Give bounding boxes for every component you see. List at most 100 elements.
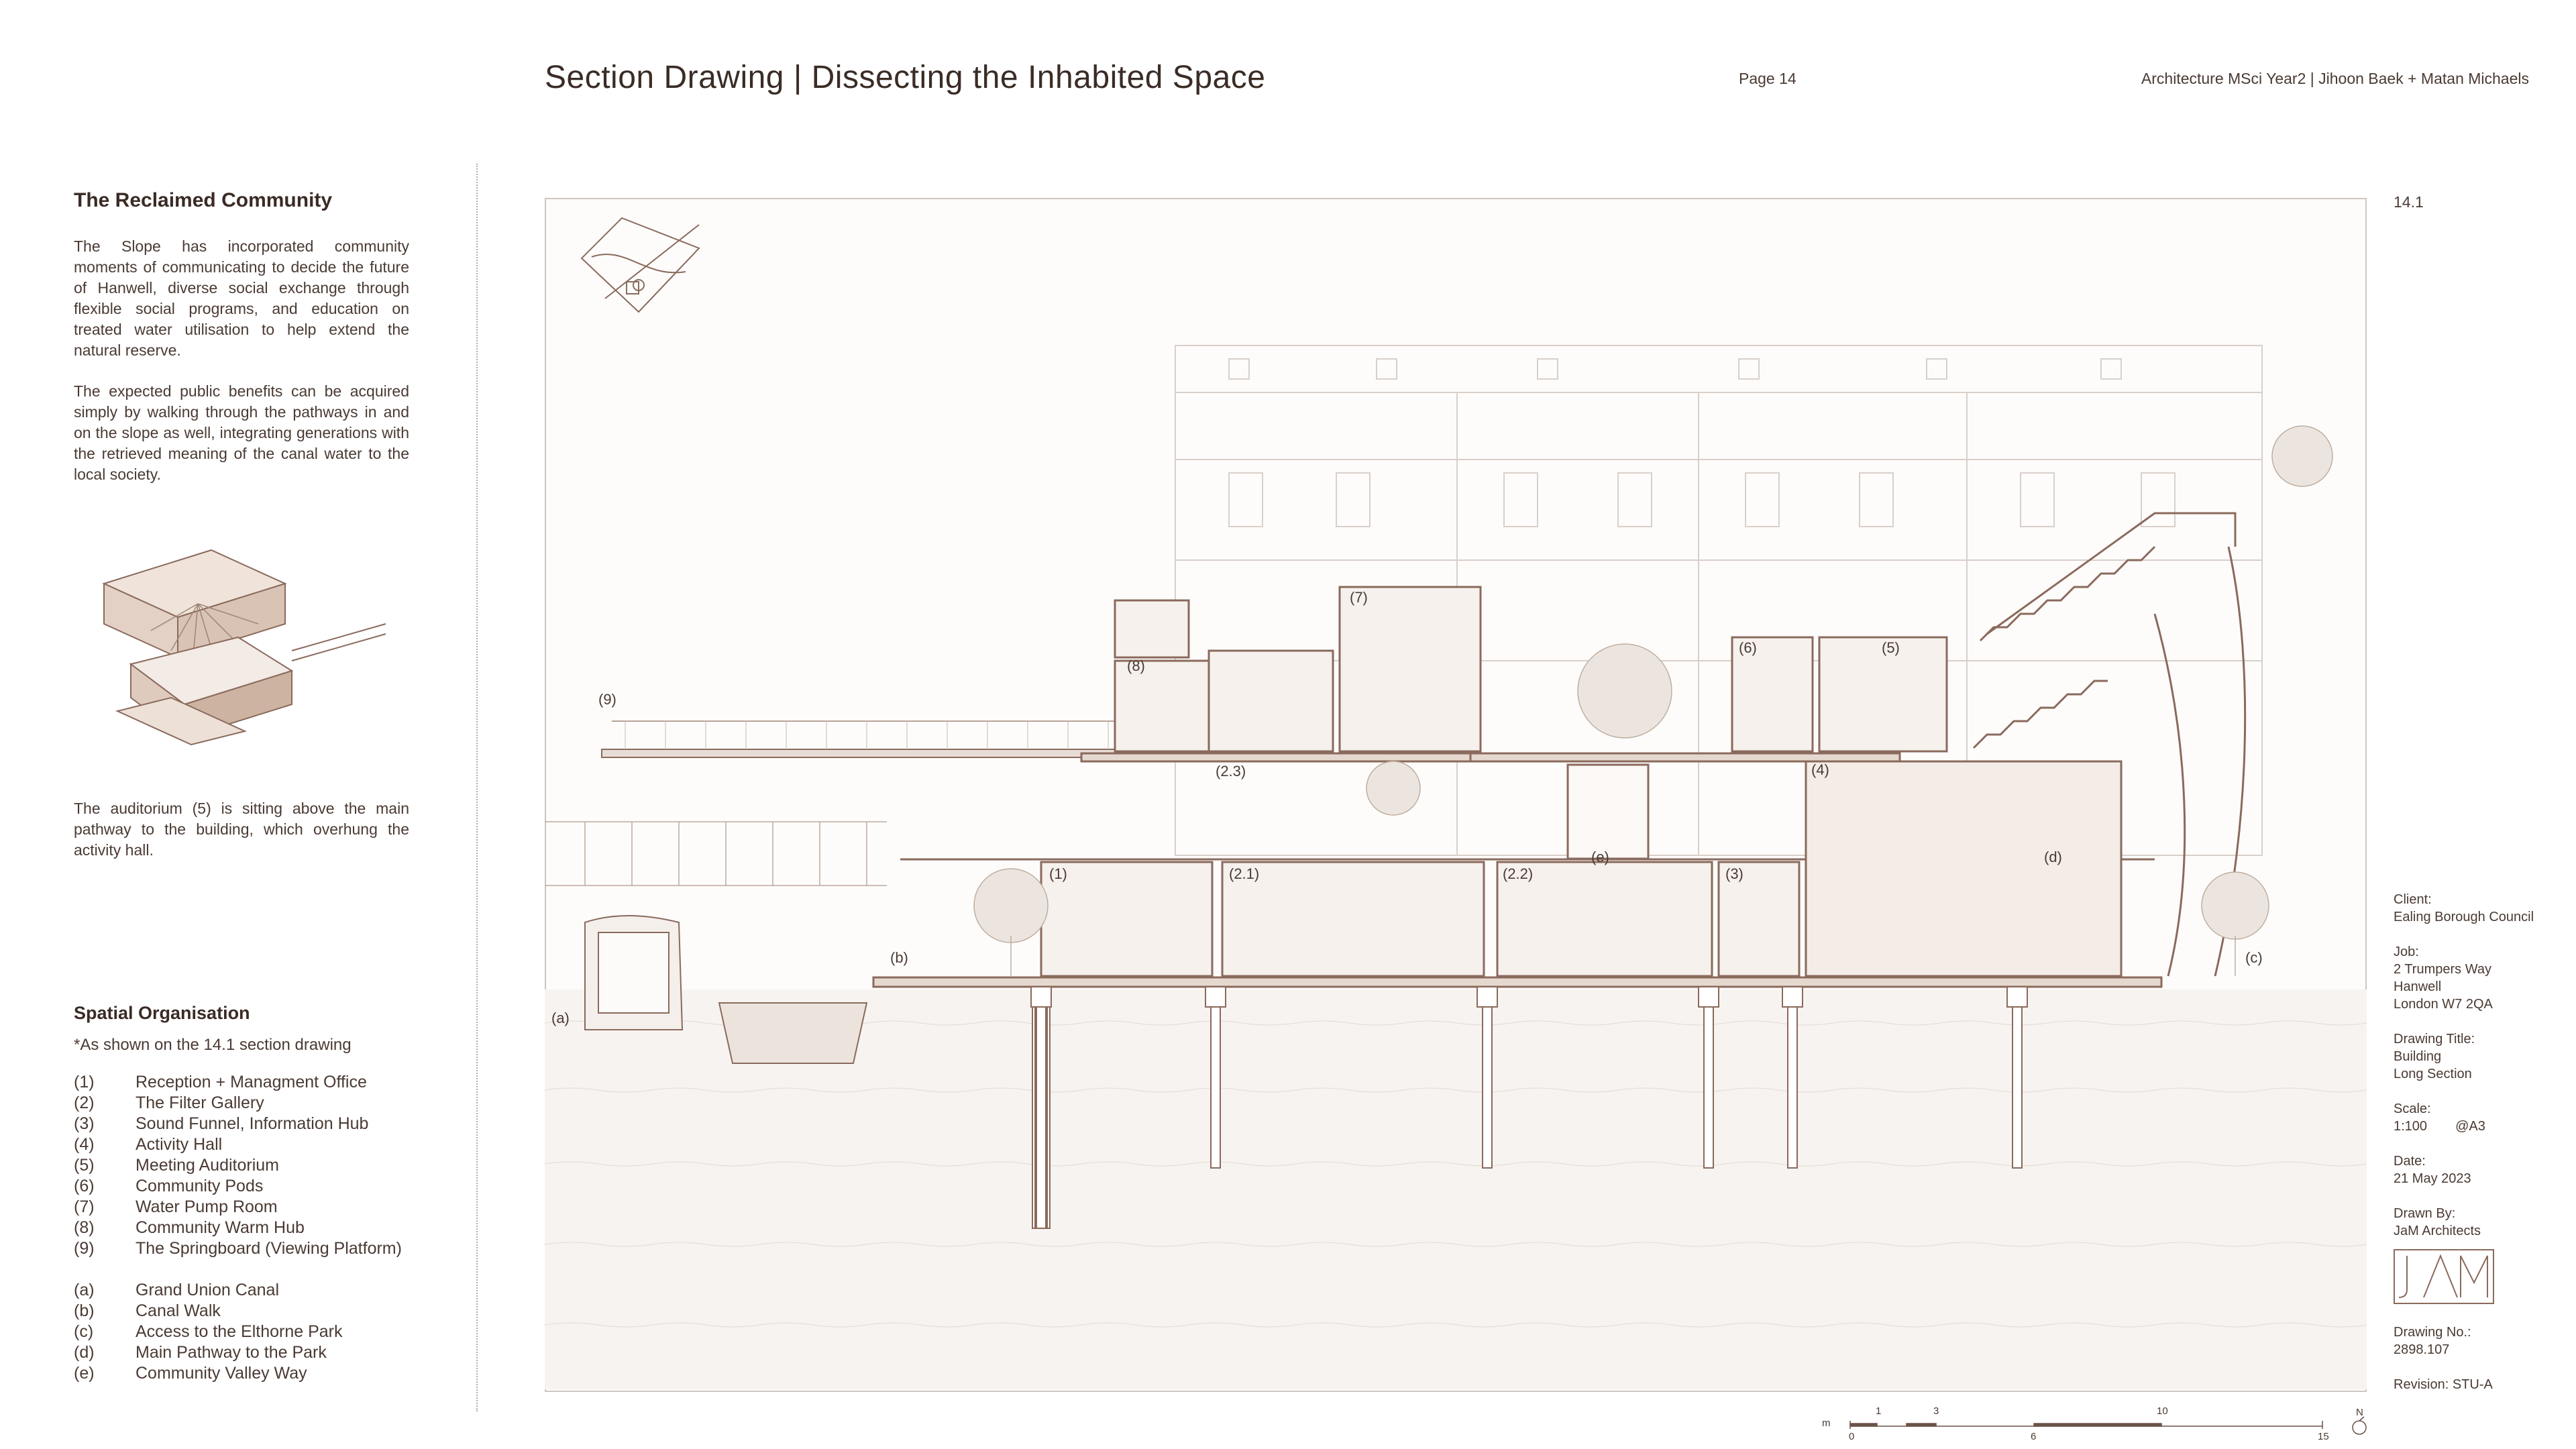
job-line-3: London W7 2QA [2394,997,2493,1012]
label-7: (7) [1350,589,1368,606]
course-credit: Architecture MSci Year2 | Jihoon Baek + … [2141,70,2529,87]
label-b: (b) [890,949,908,966]
drawing-title-line-1: Building [2394,1049,2442,1064]
list-item-label: Community Valley Way [136,1364,307,1383]
page-title: Section Drawing | Dissecting the Inhabit… [545,60,1266,95]
list-item: (c) Access to the Elthorne Park [74,1322,449,1342]
list-item-key: (6) [74,1177,95,1195]
spatial-heading: Spatial Organisation [74,1003,250,1023]
list-item-label: Activity Hall [136,1135,223,1154]
key-plan-icon [580,217,700,313]
places-list: (a) Grand Union Canal (b) Canal Walk (c) Acce… [74,1280,449,1384]
north-label: N [2356,1407,2363,1418]
job-line-2: Hanwell [2394,979,2442,994]
title-block: Client: Ealing Borough Council Job: 2 Tr… [2394,891,2561,1393]
list-item: (3) Sound Funnel, Information Hub [74,1114,449,1134]
list-item-label: The Filter Gallery [136,1093,264,1112]
spatial-organisation: Spatial Organisation *As shown on the 14… [74,1003,449,1384]
scale-tick-1: 1 [1876,1405,1881,1417]
list-item-label: Water Pump Room [136,1197,278,1216]
list-item: (7) Water Pump Room [74,1197,449,1218]
drawn-by-value: JaM Architects [2394,1224,2481,1238]
scale-tick-0: 0 [1849,1431,1854,1442]
drawing-title-line-2: Long Section [2394,1067,2472,1081]
scale-unit: m [1822,1417,1831,1429]
intro-paragraph-1: The Slope has incorporated community mom… [74,237,409,359]
label-2-1: (2.1) [1229,865,1259,882]
list-item: (6) Community Pods [74,1176,449,1197]
list-item-key: (d) [74,1343,95,1362]
list-item-key: (4) [74,1135,95,1154]
revision: Revision: STU-A [2394,1377,2493,1392]
long-section-drawing: (9) (8) (7) (6) (5) (4) (3) (2.3) (1) (2… [545,217,2367,1389]
list-item: (8) Community Warm Hub [74,1218,449,1238]
label-c: (c) [2245,949,2263,966]
list-item-key: (8) [74,1218,95,1237]
label-d: (d) [2044,849,2062,865]
list-item-label: Sound Funnel, Information Hub [136,1114,369,1133]
list-item-label: Main Pathway to the Park [136,1343,327,1362]
list-item-key: (7) [74,1197,95,1216]
list-item: (a) Grand Union Canal [74,1280,449,1301]
list-item-label: Grand Union Canal [136,1281,280,1299]
client-label: Client: [2394,892,2432,907]
left-column: The Reclaimed Community The Slope has in… [74,189,409,505]
label-4: (4) [1811,761,1829,778]
list-item-key: (9) [74,1239,95,1258]
spaces-list: (1) Reception + Managment Office (2) The Fi… [74,1072,449,1259]
list-item-key: (b) [74,1301,95,1320]
list-item-label: Reception + Managment Office [136,1073,367,1091]
list-item-key: (e) [74,1364,95,1383]
list-item: (b) Canal Walk [74,1301,449,1322]
scale-value: 1:100 [2394,1119,2428,1134]
label-e: (e) [1591,849,1609,865]
list-item: (5) Meeting Auditorium [74,1155,449,1176]
label-a: (a) [551,1010,570,1026]
list-item-label: Canal Walk [136,1301,221,1320]
list-item: (9) The Springboard (Viewing Platform) [74,1238,449,1259]
date-value: 21 May 2023 [2394,1171,2471,1186]
list-item: (2) The Filter Gallery [74,1093,449,1114]
label-1: (1) [1049,865,1067,882]
scale-tick-3: 3 [1933,1405,1939,1417]
label-5: (5) [1882,639,1900,656]
label-2-2: (2.2) [1503,865,1533,882]
list-item: (d) Main Pathway to the Park [74,1342,449,1363]
intro-heading: The Reclaimed Community [74,189,333,211]
list-item-key: (c) [74,1322,94,1341]
north-arrow-icon [2352,1420,2367,1435]
list-item-key: (5) [74,1156,95,1175]
canal-boat [584,915,684,1030]
auditorium-axonometric [102,549,386,746]
list-item-key: (3) [74,1114,95,1133]
column-divider [476,164,478,1411]
drawn-by-label: Drawn By: [2394,1206,2456,1221]
list-item-label: Community Pods [136,1177,264,1195]
list-item-label: Meeting Auditorium [136,1156,280,1175]
label-9: (9) [598,691,616,708]
list-item: (4) Activity Hall [74,1134,449,1155]
canal-quay [718,1002,868,1064]
scale-tick-6: 6 [2031,1431,2036,1442]
job-label: Job: [2394,945,2419,959]
label-8: (8) [1127,657,1145,674]
list-item-key: (1) [74,1073,95,1091]
scale-tick-15: 15 [2318,1431,2329,1442]
client-value: Ealing Borough Council [2394,910,2534,924]
drawing-no-label: Drawing No.: [2394,1325,2471,1340]
list-item-label: Access to the Elthorne Park [136,1322,343,1341]
label-2-3: (2.3) [1216,763,1246,780]
list-item: (e) Community Valley Way [74,1363,449,1384]
list-item-key: (a) [74,1281,95,1299]
jam-logo [2394,1249,2494,1304]
paper-size: @A3 [2455,1119,2485,1134]
scale-label: Scale: [2394,1102,2431,1116]
date-label: Date: [2394,1154,2426,1169]
scale-bar: m 1 3 10 0 6 15 N [1822,1405,2367,1442]
scale-row: 1:100 @A3 [2394,1118,2561,1135]
intro-paragraph-2: The expected public benefits can be acqu… [74,382,409,483]
list-item-label: The Springboard (Viewing Platform) [136,1239,402,1258]
drawing-no-value: 2898.107 [2394,1342,2450,1357]
list-item-label: Community Warm Hub [136,1218,305,1237]
job-line-1: 2 Trumpers Way [2394,962,2491,977]
